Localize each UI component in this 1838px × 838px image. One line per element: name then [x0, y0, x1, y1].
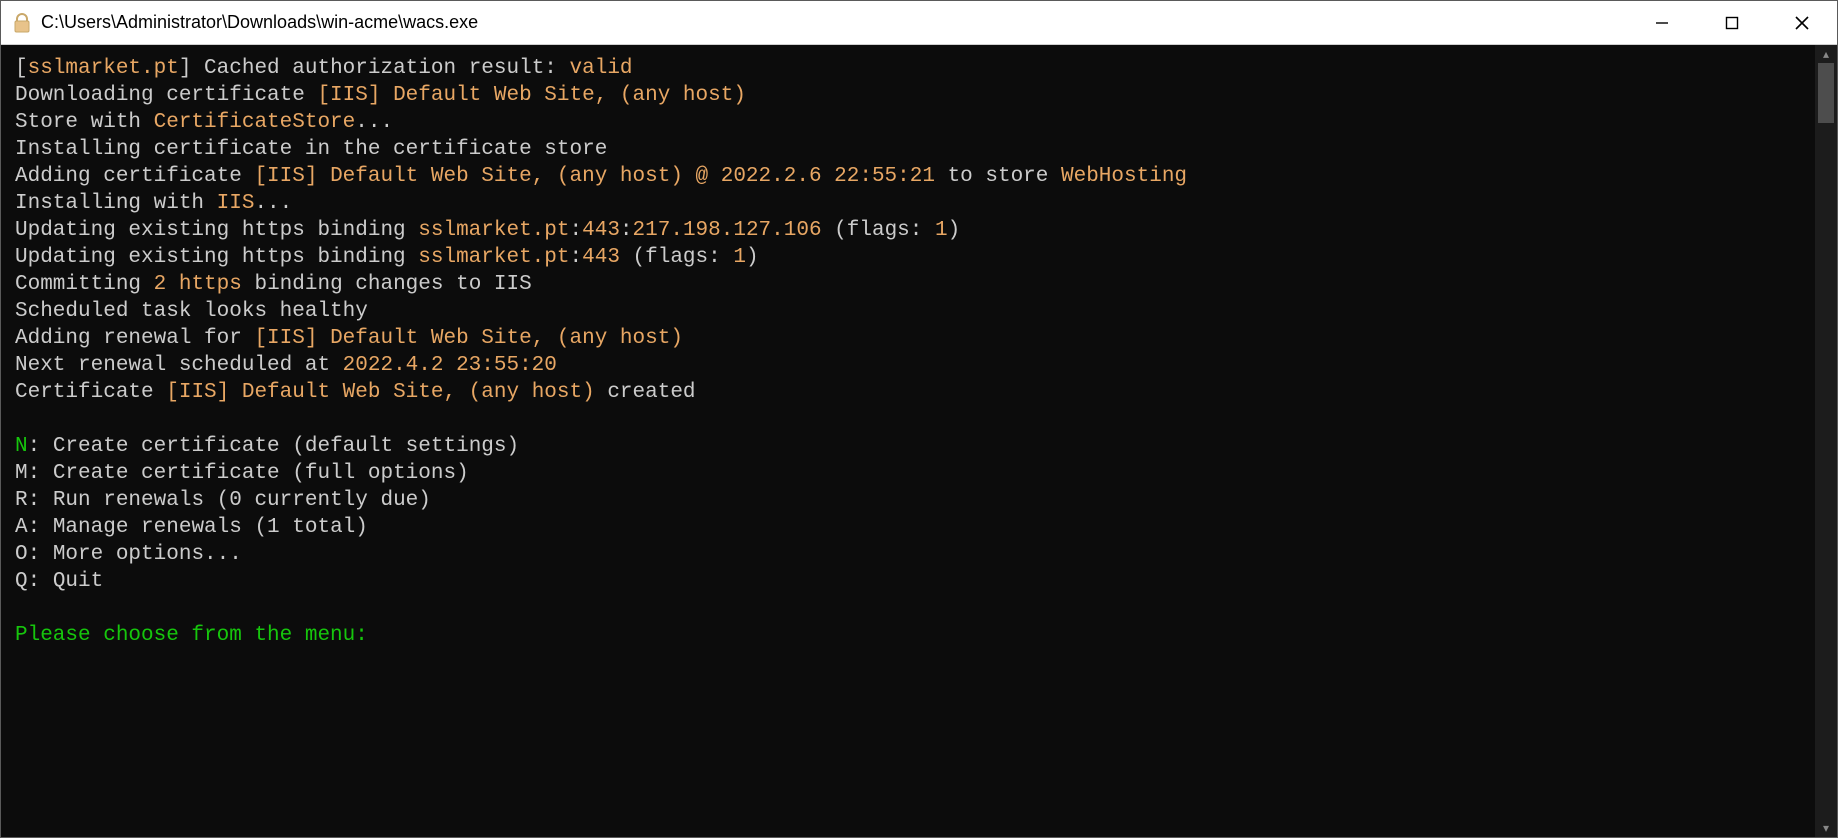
menu-item[interactable]: Q: Quit [15, 570, 103, 593]
window-title: C:\Users\Administrator\Downloads\win-acm… [41, 12, 1627, 33]
log-line: Updating existing https binding sslmarke… [15, 246, 759, 269]
close-button[interactable] [1767, 1, 1837, 44]
titlebar[interactable]: C:\Users\Administrator\Downloads\win-acm… [1, 1, 1837, 45]
log-line: Downloading certificate [IIS] Default We… [15, 84, 746, 107]
log-line: Scheduled task looks healthy [15, 300, 368, 323]
scroll-up-arrow[interactable]: ▴ [1815, 45, 1837, 63]
menu-item[interactable]: M: Create certificate (full options) [15, 462, 469, 485]
minimize-button[interactable] [1627, 1, 1697, 44]
lock-icon [11, 12, 33, 34]
app-window: C:\Users\Administrator\Downloads\win-acm… [0, 0, 1838, 838]
log-line: [sslmarket.pt] Cached authorization resu… [15, 57, 633, 80]
scroll-down-arrow[interactable]: ▾ [1815, 819, 1837, 837]
log-line: Installing certificate in the certificat… [15, 138, 607, 161]
log-line: Store with CertificateStore... [15, 111, 393, 134]
prompt-line: Please choose from the menu: [15, 624, 368, 647]
log-line: Adding renewal for [IIS] Default Web Sit… [15, 327, 683, 350]
scrollbar-thumb[interactable] [1818, 63, 1834, 123]
scrollbar[interactable]: ▴ ▾ [1815, 45, 1837, 837]
log-line: Installing with IIS... [15, 192, 292, 215]
menu-item[interactable]: A: Manage renewals (1 total) [15, 516, 368, 539]
menu-item[interactable]: O: More options... [15, 543, 242, 566]
log-line: Next renewal scheduled at 2022.4.2 23:55… [15, 354, 557, 377]
terminal-output[interactable]: [sslmarket.pt] Cached authorization resu… [1, 45, 1815, 837]
log-line: Certificate [IIS] Default Web Site, (any… [15, 381, 696, 404]
log-line: Committing 2 https binding changes to II… [15, 273, 532, 296]
log-line: Updating existing https binding sslmarke… [15, 219, 960, 242]
menu-item[interactable]: R: Run renewals (0 currently due) [15, 489, 431, 512]
window-controls [1627, 1, 1837, 44]
terminal-area: [sslmarket.pt] Cached authorization resu… [1, 45, 1837, 837]
log-line: Adding certificate [IIS] Default Web Sit… [15, 165, 1187, 188]
menu-item[interactable]: N: Create certificate (default settings) [15, 435, 519, 458]
maximize-button[interactable] [1697, 1, 1767, 44]
